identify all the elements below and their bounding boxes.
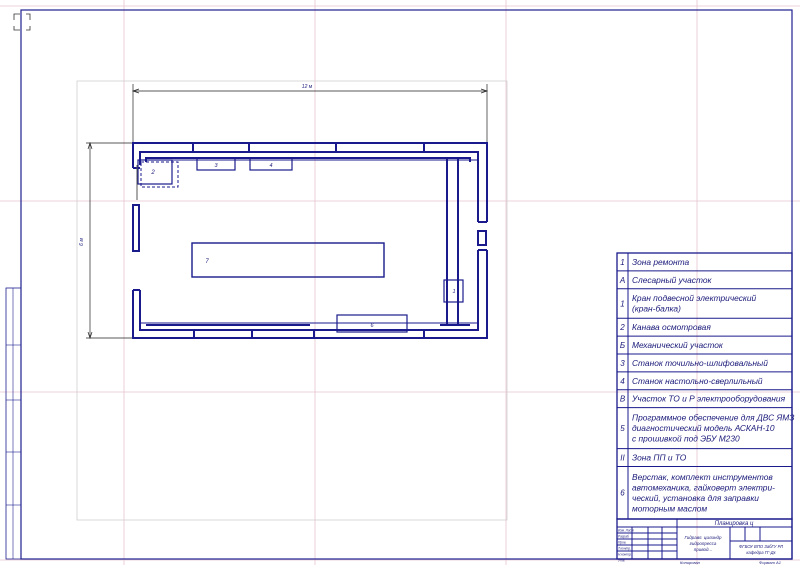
legend-row-text: Программное обеспечение для ДВС ЯМЗ xyxy=(632,413,794,423)
legend-row-text: диагностический модель АСКАН-10 xyxy=(632,423,775,433)
dimension-length-label: 12 м xyxy=(302,84,313,90)
legend-row-text: с прошивкой под ЭБУ М230 xyxy=(632,434,740,444)
stamp-row-label: Т.контр. xyxy=(618,547,631,551)
dimension-length xyxy=(131,84,489,145)
legend-row-number: 3 xyxy=(620,359,625,368)
legend-row-text: Механический участок xyxy=(632,340,724,350)
title-block-name-2: гидропресса xyxy=(690,541,717,546)
title-block-code: ФГБОУ ВПО ЗабГУ РЛ xyxy=(739,544,783,549)
stamp-row-label: Утв. xyxy=(618,559,625,563)
legend-row-number: В xyxy=(620,395,626,404)
title-block-title: Планировка ц xyxy=(715,521,754,527)
legend-entries: 1 Зона ремонта А Слесарный участок 1 Кран под… xyxy=(619,257,795,514)
drawing-sheet: 12 м 6 м 2 3 4 7 1 6 1 Зона ремонтаА Сле… xyxy=(0,0,800,565)
equipment-4-label: 4 xyxy=(269,163,272,169)
title-block-footer-left: Копировал xyxy=(680,560,701,565)
legend-row-number: А xyxy=(619,276,625,285)
legend-row-text: Канава осмотровая xyxy=(632,322,711,332)
legend-row-text: автомеханика, гайковерт электри- xyxy=(632,482,775,492)
corner-crosshair-icon xyxy=(13,13,31,31)
stamp-row-label: Пров. xyxy=(618,541,627,545)
crane-rails xyxy=(140,159,478,324)
title-block-name-3: привод... xyxy=(694,547,712,552)
equipment-2-label: 2 xyxy=(150,170,155,176)
equipment-6-label: 6 xyxy=(370,323,374,329)
equipment-1-label: 1 xyxy=(452,289,455,295)
legend-row-number: II xyxy=(620,454,625,463)
stamp-row-label: Разраб. xyxy=(618,535,630,539)
legend-row-text: Станок настольно-сверлильный xyxy=(632,376,763,386)
title-block-name-1: Гидравл. цилиндр xyxy=(684,535,722,540)
title-block-group: кафедра ГГ-Дк xyxy=(746,550,776,555)
legend-row-text: Участок ТО и Р электрооборудования xyxy=(631,394,786,404)
building-walls xyxy=(132,142,488,339)
plan-viewport xyxy=(76,80,508,521)
equipment-3-label: 3 xyxy=(214,163,218,169)
title-block-footer-right: Формат А1 xyxy=(759,560,781,565)
dimension-width-label: 6 м xyxy=(79,238,85,246)
legend-row-text: Верстак, комплект инструментов xyxy=(632,472,773,482)
legend-row-text: Зона ремонта xyxy=(632,257,690,267)
legend-row-text: моторным маслом xyxy=(632,503,707,513)
legend-row-text: Слесарный участок xyxy=(632,275,713,285)
legend-row-number: 2 xyxy=(619,323,625,332)
legend-row-text: (кран-балка) xyxy=(632,304,681,314)
legend-row-text: ческий, установка для заправки xyxy=(632,493,759,503)
stamp-row-label: Н.контр. xyxy=(618,553,632,557)
legend-row-number: 1 xyxy=(620,258,624,267)
legend-row-number: 6 xyxy=(620,489,625,498)
stamp-row-label: Изм. Лист xyxy=(618,529,634,533)
legend-row-text: Кран подвесной электрический xyxy=(632,293,757,303)
equipment-2: 2 xyxy=(136,159,179,200)
legend-row-number: 4 xyxy=(620,377,625,386)
dimension-width xyxy=(86,141,133,340)
legend-row-number: Б xyxy=(620,341,625,350)
legend-row-number: 5 xyxy=(620,424,625,433)
legend-row-text: Станок точильно-шлифовальный xyxy=(632,358,768,368)
equipment-7-label: 7 xyxy=(205,259,209,265)
equipment-7: 7 xyxy=(191,242,385,278)
legend-row-number: 1 xyxy=(620,299,624,308)
legend-row-text: Зона ПП и ТО xyxy=(632,453,687,463)
